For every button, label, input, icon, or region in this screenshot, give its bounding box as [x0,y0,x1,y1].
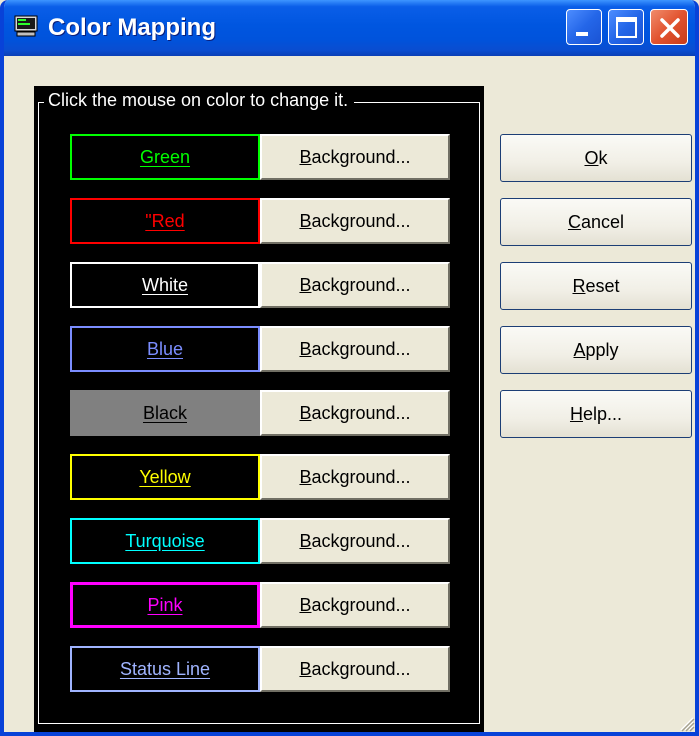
color-swatch[interactable]: White [70,262,260,308]
color-label: Yellow [139,466,191,487]
title-bar[interactable]: Color Mapping [4,0,695,56]
app-icon [14,15,38,37]
background-button-label: ackground... [311,402,411,423]
color-swatch[interactable]: Yellow [70,454,260,500]
help-button-label: elp... [582,403,623,424]
background-button-label: ackground... [311,658,411,679]
cancel-button-label: ancel [580,211,625,232]
background-button[interactable]: Background... [260,390,450,436]
maximize-icon [616,17,637,38]
background-button-accel: B [299,594,312,615]
color-swatch[interactable]: Green [70,134,260,180]
reset-button-label: eset [585,275,620,296]
color-label: Turquoise [125,530,205,551]
apply-button[interactable]: Apply [500,326,692,374]
color-label: Pink [147,594,183,615]
resize-grip-icon[interactable] [675,712,695,732]
color-swatch[interactable]: Blue [70,326,260,372]
color-label: Green [139,146,191,167]
background-button[interactable]: Background... [260,326,450,372]
cancel-button-accel: C [567,211,581,232]
color-row: White Background... [70,262,450,308]
background-button-label: ackground... [311,338,411,359]
background-button-accel: B [299,146,312,167]
background-button-label: ackground... [311,274,411,295]
reset-button[interactable]: Reset [500,262,692,310]
color-row: Yellow Background... [70,454,450,500]
apply-button-label: pply [585,339,619,360]
color-swatch[interactable]: Turquoise [70,518,260,564]
background-button-accel: B [299,530,312,551]
close-icon [660,18,680,38]
background-button[interactable]: Background... [260,518,450,564]
color-label: Blue [146,338,184,359]
color-row: Black Background... [70,390,450,436]
background-button[interactable]: Background... [260,198,450,244]
ok-button-label: k [598,147,608,168]
reset-button-accel: R [572,275,586,296]
background-button-label: ackground... [311,146,411,167]
window-title: Color Mapping [48,14,216,41]
group-label: Click the mouse on color to change it. [44,90,355,111]
color-row: Turquoise Background... [70,518,450,564]
minimize-icon [576,32,588,36]
cancel-button[interactable]: Cancel [500,198,692,246]
dialog-client: Click the mouse on color to change it. G… [4,56,695,732]
background-button[interactable]: Background... [260,646,450,692]
apply-button-accel: A [573,339,586,360]
background-button-label: ackground... [311,594,411,615]
maximize-button[interactable] [608,9,644,45]
color-row: Green Background... [70,134,450,180]
color-swatch[interactable]: "Red [70,198,260,244]
background-button-accel: B [299,338,312,359]
background-button-label: ackground... [311,210,411,231]
color-row: "Red Background... [70,198,450,244]
background-button-accel: B [299,466,312,487]
color-swatch[interactable]: Black [70,390,260,436]
background-button[interactable]: Background... [260,262,450,308]
background-button-label: ackground... [311,530,411,551]
color-label: White [141,274,188,295]
background-button-label: ackground... [311,466,411,487]
color-row: Status Line Background... [70,646,450,692]
background-button[interactable]: Background... [260,582,450,628]
close-button[interactable] [650,9,688,45]
color-label: Status Line [119,658,211,679]
help-button[interactable]: Help... [500,390,692,438]
color-row: Blue Background... [70,326,450,372]
help-button-accel: H [569,403,583,424]
background-button-accel: B [299,274,312,295]
ok-button-accel: O [584,147,599,168]
color-row: Pink Background... [70,582,450,628]
color-label: "Red [145,210,185,231]
color-panel: Click the mouse on color to change it. G… [34,86,484,732]
background-button-accel: B [299,210,312,231]
ok-button[interactable]: Ok [500,134,692,182]
background-button[interactable]: Background... [260,454,450,500]
background-button[interactable]: Background... [260,134,450,180]
minimize-button[interactable] [566,9,602,45]
color-mapping-window: Color Mapping Click the mouse on color t… [0,0,699,736]
background-button-accel: B [299,402,312,423]
color-label: Black [142,402,187,423]
color-swatch[interactable]: Pink [70,582,260,628]
background-button-accel: B [299,658,312,679]
color-swatch[interactable]: Status Line [70,646,260,692]
